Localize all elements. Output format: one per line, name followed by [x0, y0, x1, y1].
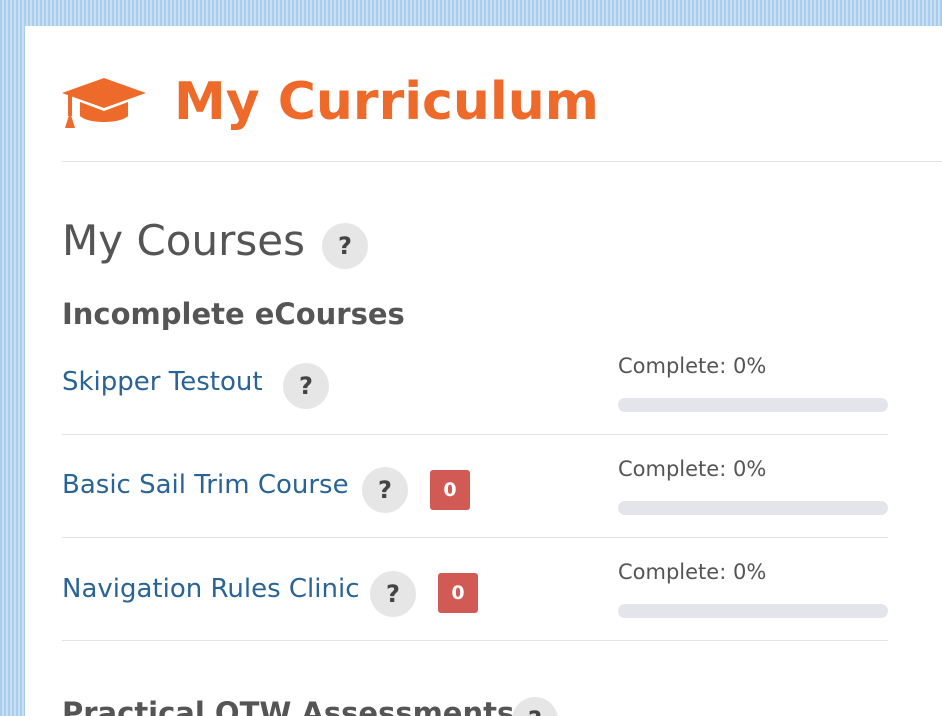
graduation-cap-icon [62, 72, 146, 132]
question-icon: ? [338, 232, 352, 260]
course-row: Navigation Rules Clinic ? 0 Complete: 0% [62, 538, 888, 641]
progress-label: Complete: 0% [618, 560, 767, 584]
progress-bar [618, 604, 888, 618]
main-panel: My Curriculum My Courses ? Incomplete eC… [25, 26, 942, 716]
progress-bar [618, 398, 888, 412]
course-link-skipper-testout[interactable]: Skipper Testout [62, 367, 263, 397]
course-row: Basic Sail Trim Course ? 0 Complete: 0% [62, 435, 888, 538]
my-courses-help-button[interactable]: ? [322, 223, 368, 269]
progress-label: Complete: 0% [618, 354, 767, 378]
assessments-help-button[interactable]: ? [512, 697, 558, 716]
count-badge: 0 [438, 573, 478, 613]
count-badge: 0 [430, 470, 470, 510]
page-title: My Curriculum [174, 72, 599, 132]
course-link-navigation-rules[interactable]: Navigation Rules Clinic [62, 574, 360, 604]
course-link-basic-sail-trim[interactable]: Basic Sail Trim Course [62, 470, 349, 500]
question-icon: ? [378, 476, 392, 504]
question-icon: ? [386, 580, 400, 608]
header-divider [62, 161, 942, 162]
page-header: My Curriculum [62, 68, 942, 136]
course-row: Skipper Testout ? Complete: 0% [62, 332, 888, 435]
progress-label: Complete: 0% [618, 457, 767, 481]
practical-assessments-heading: Practical OTW Assessments [62, 696, 515, 716]
progress-bar [618, 501, 888, 515]
my-courses-heading: My Courses [62, 216, 305, 265]
course-help-button[interactable]: ? [370, 571, 416, 617]
question-icon: ? [299, 372, 313, 400]
course-help-button[interactable]: ? [283, 363, 329, 409]
question-icon: ? [528, 706, 542, 716]
incomplete-ecourses-heading: Incomplete eCourses [62, 297, 405, 331]
row-divider [62, 640, 888, 641]
course-help-button[interactable]: ? [362, 467, 408, 513]
